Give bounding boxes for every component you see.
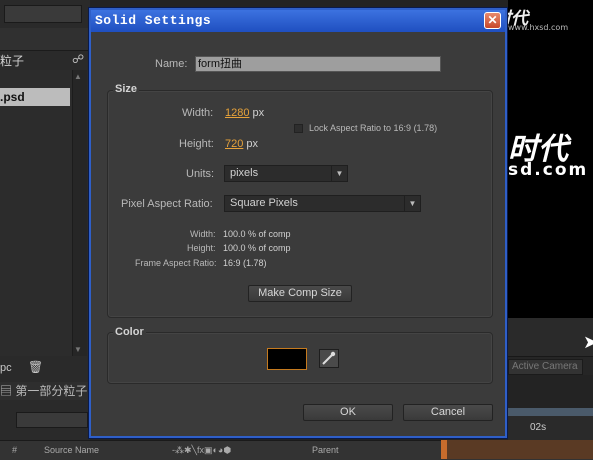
chevron-down-icon: ▼ bbox=[404, 196, 420, 211]
pixel-aspect-ratio-dropdown[interactable]: Square Pixels ▼ bbox=[224, 195, 421, 212]
project-item[interactable]: 粒子 bbox=[0, 52, 68, 70]
name-label: Name: bbox=[155, 58, 188, 70]
height-label: Height: bbox=[179, 138, 214, 150]
mouse-cursor-icon: ➤ bbox=[583, 332, 593, 352]
scroll-down-icon[interactable]: ▼ bbox=[74, 345, 82, 354]
bpc-label[interactable]: pc bbox=[0, 362, 20, 376]
make-comp-size-button[interactable]: Make Comp Size bbox=[248, 285, 352, 302]
units-value: pixels bbox=[230, 167, 259, 179]
dialog-title: Solid Settings bbox=[95, 13, 212, 28]
layer-bar[interactable] bbox=[447, 440, 593, 459]
scroll-up-icon[interactable]: ▲ bbox=[74, 72, 82, 81]
size-group-title: Size bbox=[113, 83, 140, 95]
pixel-aspect-ratio-value: Square Pixels bbox=[230, 197, 298, 209]
column-number: # bbox=[12, 445, 18, 455]
width-value[interactable]: 1280 px bbox=[225, 107, 264, 119]
width-unit: px bbox=[252, 107, 265, 119]
units-dropdown[interactable]: pixels ▼ bbox=[224, 165, 348, 182]
watermark-url: www.hxsd.com bbox=[508, 23, 569, 32]
trash-icon[interactable]: 🗑 bbox=[28, 360, 43, 374]
timeline-search-field[interactable] bbox=[16, 412, 88, 428]
name-input[interactable]: form扭曲 bbox=[195, 56, 441, 72]
project-search-field[interactable] bbox=[4, 5, 82, 23]
info-frame-aspect-value: 16:9 (1.78) bbox=[223, 258, 267, 268]
project-item-selected[interactable]: .psd bbox=[0, 88, 70, 106]
column-parent: Parent bbox=[312, 445, 339, 455]
chevron-down-icon: ▼ bbox=[331, 166, 347, 181]
project-list bbox=[0, 70, 72, 356]
timeline-tab[interactable]: ▤ 第一部分粒子 bbox=[0, 382, 90, 400]
work-area-bar[interactable] bbox=[508, 408, 593, 416]
dialog-titlebar[interactable]: Solid Settings ✕ bbox=[91, 10, 505, 32]
eyedropper-glyph bbox=[322, 351, 336, 365]
lock-aspect-checkbox[interactable] bbox=[294, 124, 303, 133]
active-camera-dropdown[interactable]: Active Camera bbox=[508, 359, 583, 375]
close-icon[interactable]: ✕ bbox=[484, 12, 501, 29]
column-source-name: Source Name bbox=[44, 445, 100, 455]
time-marker-label: 02s bbox=[530, 422, 547, 433]
color-swatch[interactable] bbox=[267, 348, 307, 370]
switches-icons: -⁂✱╲fx▣◐◕⬢ bbox=[172, 445, 232, 455]
width-label: Width: bbox=[182, 107, 214, 119]
info-height-value: 100.0 % of comp bbox=[223, 243, 291, 253]
eyedropper-icon[interactable] bbox=[319, 349, 339, 368]
info-frame-aspect-label: Frame Aspect Ratio: bbox=[135, 258, 217, 268]
units-label: Units: bbox=[186, 168, 215, 180]
flowchart-icon[interactable]: ☍ bbox=[72, 52, 86, 66]
project-scrollbar[interactable] bbox=[72, 70, 87, 356]
width-number[interactable]: 1280 bbox=[225, 107, 249, 119]
height-unit: px bbox=[246, 138, 259, 150]
height-value[interactable]: 720 px bbox=[225, 138, 258, 150]
viewer-bottom-area bbox=[508, 318, 593, 356]
height-number[interactable]: 720 bbox=[225, 138, 243, 150]
project-panel-header bbox=[0, 28, 90, 51]
timeline-tab-label: 第一部分粒子 bbox=[15, 384, 88, 398]
lock-aspect-label: Lock Aspect Ratio to 16:9 (1.78) bbox=[309, 123, 438, 133]
cancel-button[interactable]: Cancel bbox=[403, 404, 493, 421]
info-width-value: 100.0 % of comp bbox=[223, 229, 291, 239]
pixel-aspect-ratio-label: Pixel Aspect Ratio: bbox=[121, 198, 213, 210]
solid-settings-dialog: Solid Settings ✕ Name: form扭曲 Size Width… bbox=[89, 8, 507, 438]
ok-button[interactable]: OK bbox=[303, 404, 393, 421]
info-width-label: Width: bbox=[190, 229, 216, 239]
color-group-title: Color bbox=[113, 326, 146, 338]
viewer-text-url: sd.com bbox=[508, 160, 589, 180]
info-height-label: Height: bbox=[187, 243, 216, 253]
